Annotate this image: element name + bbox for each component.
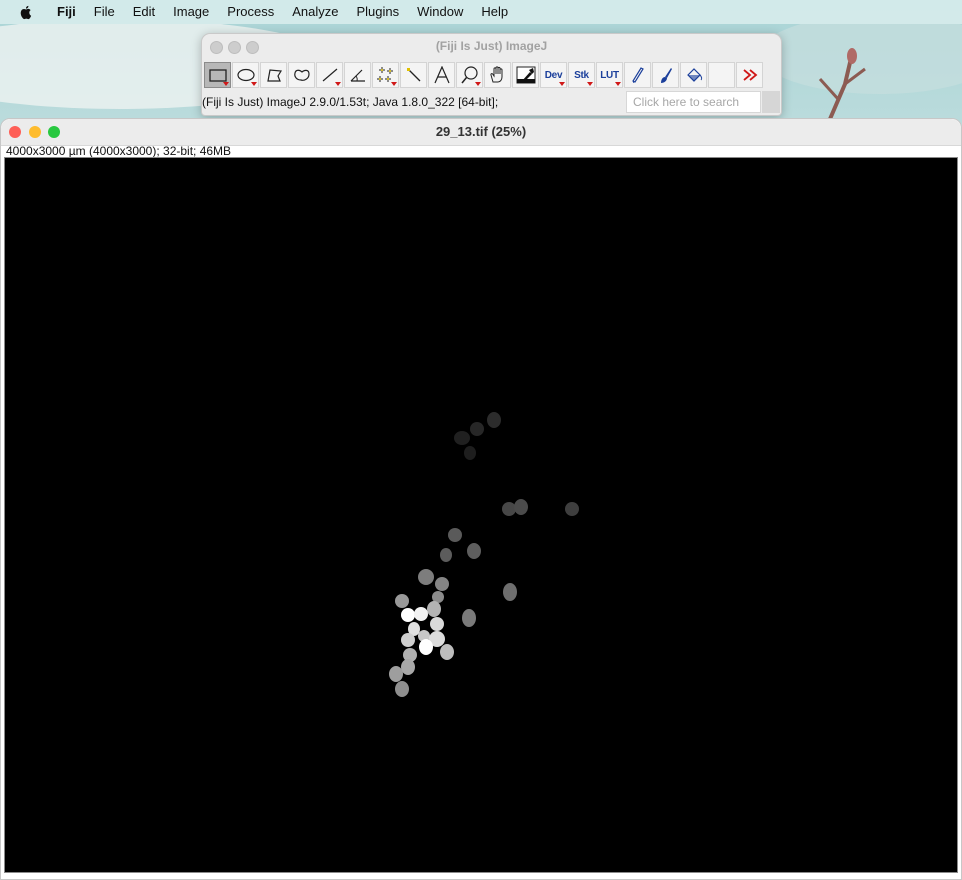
image-canvas[interactable] [4, 157, 958, 873]
menu-fiji[interactable]: Fiji [48, 0, 85, 24]
tool-options-indicator [615, 82, 621, 86]
menu-help[interactable]: Help [472, 0, 517, 24]
color-picker-tool-button[interactable] [512, 62, 539, 88]
search-input[interactable]: Click here to search [626, 91, 761, 113]
brush-icon [660, 68, 672, 83]
stk-menu-button[interactable]: Stk [568, 62, 595, 88]
more-tools-icon [742, 69, 757, 81]
tool-bar: Dev Stk LUT [204, 62, 764, 88]
menu-edit[interactable]: Edit [124, 0, 164, 24]
line-tool-button[interactable] [316, 62, 343, 88]
empty-tool-slot[interactable] [708, 62, 735, 88]
stk-menu-label: Stk [574, 69, 589, 81]
point-tool-button[interactable] [372, 62, 399, 88]
rectangle-tool-button[interactable] [204, 62, 231, 88]
imagej-window-title: (Fiji Is Just) ImageJ [435, 39, 548, 53]
image-window-title: 29_13.tif (25%) [435, 124, 527, 139]
wand-tool-button[interactable] [400, 62, 427, 88]
tool-options-indicator [335, 82, 341, 86]
menu-plugins[interactable]: Plugins [348, 0, 409, 24]
apple-icon[interactable] [18, 4, 34, 20]
image-content [5, 158, 957, 872]
hand-tool-button[interactable] [484, 62, 511, 88]
wand-tool-icon [406, 68, 420, 82]
menu-file[interactable]: File [85, 0, 124, 24]
menu-window[interactable]: Window [408, 0, 472, 24]
image-window: 29_13.tif (25%) 4000x3000 µm (4000x3000)… [0, 118, 962, 880]
tool-options-indicator [251, 82, 257, 86]
pencil-icon [631, 67, 644, 83]
oval-selection-icon [236, 68, 255, 82]
search-button[interactable] [762, 91, 780, 113]
text-tool-icon [433, 66, 450, 84]
zoom-tool-button[interactable] [456, 62, 483, 88]
dev-menu-button[interactable]: Dev [540, 62, 567, 88]
imagej-toolbar-window: (Fiji Is Just) ImageJ Dev Stk LUT (Fiji … [201, 33, 782, 116]
menu-image[interactable]: Image [164, 0, 218, 24]
tool-options-indicator [223, 82, 229, 86]
more-tools-button[interactable] [736, 62, 763, 88]
image-info-text: 4000x3000 µm (4000x3000); 32-bit; 46MB [6, 144, 232, 158]
menu-process[interactable]: Process [218, 0, 283, 24]
image-title-bar[interactable]: 29_13.tif (25%) [1, 119, 961, 146]
tool-options-indicator [475, 82, 481, 86]
brush-tool-button[interactable] [652, 62, 679, 88]
tool-options-indicator [391, 82, 397, 86]
flood-fill-tool-button[interactable] [680, 62, 707, 88]
tool-options-indicator [559, 82, 565, 86]
flood-fill-icon [686, 68, 702, 82]
rectangle-selection-icon [208, 69, 227, 82]
lut-menu-button[interactable]: LUT [596, 62, 623, 88]
imagej-title-bar[interactable]: (Fiji Is Just) ImageJ [202, 34, 781, 58]
oval-tool-button[interactable] [232, 62, 259, 88]
imagej-status-bar: (Fiji Is Just) ImageJ 2.9.0/1.53t; Java … [202, 95, 499, 109]
menu-analyze[interactable]: Analyze [283, 0, 347, 24]
dev-menu-label: Dev [544, 69, 563, 81]
color-picker-icon [516, 66, 535, 84]
hand-scroll-icon [489, 66, 502, 83]
angle-tool-button[interactable] [344, 62, 371, 88]
angle-tool-icon [350, 69, 365, 82]
lut-menu-label: LUT [600, 69, 619, 81]
polygon-tool-button[interactable] [260, 62, 287, 88]
tool-options-indicator [587, 82, 593, 86]
menu-bar: Fiji File Edit Image Process Analyze Plu… [0, 0, 962, 24]
freehand-selection-icon [293, 69, 310, 81]
text-tool-button[interactable] [428, 62, 455, 88]
freehand-tool-button[interactable] [288, 62, 315, 88]
polygon-selection-icon [266, 69, 282, 82]
line-selection-icon [322, 68, 337, 82]
pencil-tool-button[interactable] [624, 62, 651, 88]
